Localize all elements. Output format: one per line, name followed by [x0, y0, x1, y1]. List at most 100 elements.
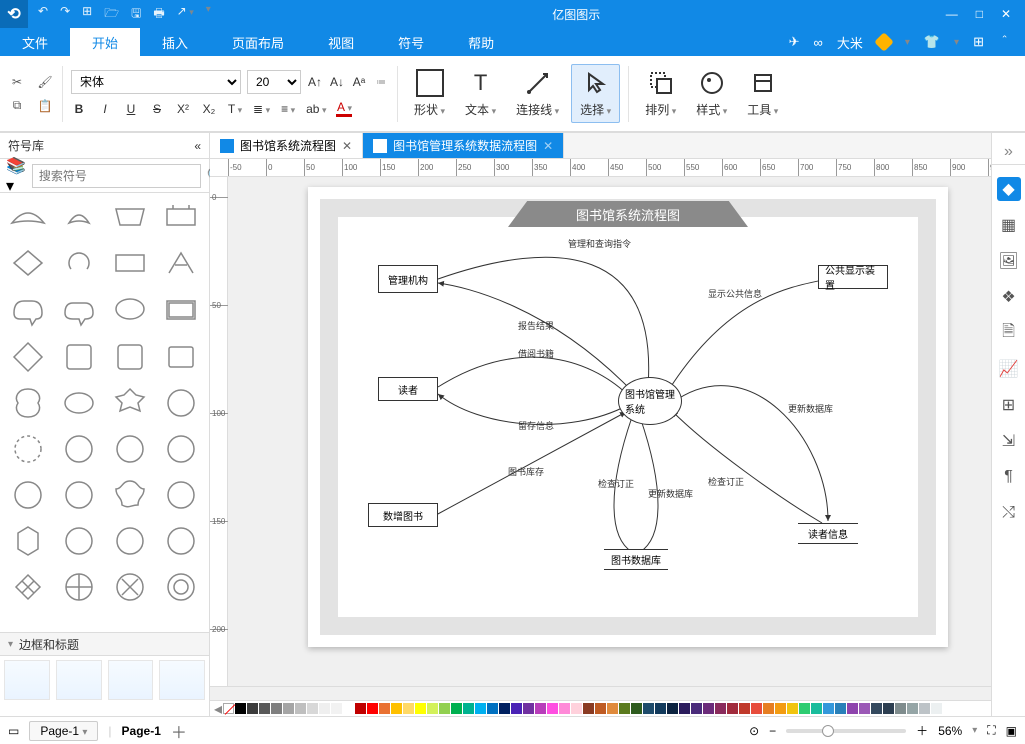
color-swatch[interactable]	[643, 703, 654, 714]
shape-thumbnail[interactable]	[107, 197, 154, 239]
tshirt-icon[interactable]: 👕	[924, 34, 940, 50]
color-swatch[interactable]	[343, 703, 354, 714]
font-color-icon[interactable]: A	[336, 100, 352, 117]
color-swatch[interactable]	[931, 703, 942, 714]
shape-thumbnail[interactable]	[55, 289, 102, 331]
strike-button[interactable]: S	[149, 102, 165, 116]
shape-thumbnail[interactable]	[107, 289, 154, 331]
close-tab-icon[interactable]: ✕	[543, 139, 553, 153]
minimize-button[interactable]: —	[946, 7, 958, 21]
fit-page-icon[interactable]: ⛶	[987, 723, 995, 738]
section-frames-titles[interactable]: ▾ 边框和标题	[0, 632, 209, 656]
shape-thumbnail[interactable]	[4, 473, 51, 515]
color-swatch[interactable]	[715, 703, 726, 714]
shape-thumbnail[interactable]	[55, 381, 102, 423]
colorbar-left-icon[interactable]: ◂	[214, 700, 222, 716]
shape-thumbnail[interactable]	[4, 335, 51, 377]
node-display[interactable]: 公共显示装置	[818, 265, 888, 289]
shape-thumbnail[interactable]	[4, 289, 51, 331]
shape-thumbnail[interactable]	[107, 335, 154, 377]
qat-print[interactable]: 🖶	[153, 4, 164, 25]
qat-more[interactable]: ▾	[206, 4, 211, 25]
color-swatch[interactable]	[835, 703, 846, 714]
paste-icon[interactable]: 📋	[36, 97, 54, 115]
swatch-nofill[interactable]	[223, 703, 234, 714]
color-swatch[interactable]	[871, 703, 882, 714]
color-swatch[interactable]	[283, 703, 294, 714]
zoom-slider[interactable]	[786, 729, 906, 733]
connector-tool[interactable]: 连接线	[508, 65, 567, 122]
shape-thumbnail[interactable]	[158, 197, 205, 239]
document-tab[interactable]: 图书馆系统流程图 ✕	[210, 133, 363, 158]
text-tool[interactable]: T 文本	[457, 65, 504, 122]
qat-open[interactable]: 🗁	[104, 4, 119, 25]
color-swatch[interactable]	[391, 703, 402, 714]
color-swatch[interactable]	[775, 703, 786, 714]
tab-help[interactable]: 帮助	[446, 28, 516, 56]
format-painter-icon[interactable]: 🖌	[36, 73, 54, 91]
color-swatch[interactable]	[307, 703, 318, 714]
shape-thumbnail[interactable]	[55, 197, 102, 239]
shape-thumbnail[interactable]	[55, 427, 102, 469]
color-swatch[interactable]	[739, 703, 750, 714]
maximize-button[interactable]: □	[976, 7, 983, 21]
color-swatch[interactable]	[535, 703, 546, 714]
color-swatch[interactable]	[763, 703, 774, 714]
add-page-icon[interactable]: ＋	[171, 719, 187, 743]
font-case-icon[interactable]: Aᵃ	[351, 75, 367, 89]
color-swatch[interactable]	[619, 703, 630, 714]
send-icon[interactable]: ✈	[789, 34, 800, 50]
color-swatch[interactable]	[631, 703, 642, 714]
shape-thumbnail[interactable]	[55, 565, 102, 607]
shape-thumbnail[interactable]	[4, 243, 51, 285]
page-icon[interactable]: 🗎	[997, 321, 1021, 345]
color-swatch[interactable]	[331, 703, 342, 714]
table-icon[interactable]: ⊞	[997, 393, 1021, 417]
theme-icon[interactable]: ◆	[997, 177, 1021, 201]
text-direction-icon[interactable]: T	[227, 102, 243, 116]
color-swatch[interactable]	[667, 703, 678, 714]
shape-thumbnail[interactable]	[158, 519, 205, 561]
shape-thumbnail[interactable]	[55, 335, 102, 377]
color-swatch[interactable]	[571, 703, 582, 714]
color-swatch[interactable]	[799, 703, 810, 714]
font-name-select[interactable]: 宋体	[71, 70, 241, 94]
view-mode-icon[interactable]: ▭	[8, 724, 19, 738]
color-swatch[interactable]	[583, 703, 594, 714]
library-menu-icon[interactable]: 📚▾	[6, 156, 26, 196]
shape-thumbnail[interactable]	[158, 381, 205, 423]
color-swatch[interactable]	[823, 703, 834, 714]
color-swatch[interactable]	[235, 703, 246, 714]
color-swatch[interactable]	[787, 703, 798, 714]
user-menu-chevron[interactable]: ▾	[905, 37, 910, 48]
color-swatch[interactable]	[271, 703, 282, 714]
color-swatch[interactable]	[415, 703, 426, 714]
document-tab-active[interactable]: 图书馆管理系统数据流程图 ✕	[363, 133, 564, 158]
zoom-menu-icon[interactable]: ▾	[972, 725, 977, 736]
color-swatch[interactable]	[751, 703, 762, 714]
layers-icon[interactable]: ❖	[997, 285, 1021, 309]
color-swatch[interactable]	[895, 703, 906, 714]
node-readerinfo[interactable]: 读者信息	[798, 523, 858, 544]
copy-icon[interactable]: ⧉	[8, 97, 26, 115]
color-swatch[interactable]	[811, 703, 822, 714]
bullet-list-icon[interactable]: ≔	[373, 77, 389, 88]
color-swatch[interactable]	[427, 703, 438, 714]
line-spacing-icon[interactable]: ≣	[253, 102, 270, 116]
grid-icon[interactable]: ▦	[997, 213, 1021, 237]
color-swatch[interactable]	[319, 703, 330, 714]
apps-icon[interactable]: ⊞	[973, 34, 984, 50]
text-icon[interactable]: ab	[306, 102, 326, 116]
color-swatch[interactable]	[679, 703, 690, 714]
qat-undo[interactable]: ↶	[38, 4, 48, 25]
cut-icon[interactable]: ✂	[8, 73, 26, 91]
color-swatch[interactable]	[883, 703, 894, 714]
para-icon[interactable]: ¶	[997, 465, 1021, 489]
tab-home[interactable]: 开始	[70, 28, 140, 56]
color-swatch[interactable]	[547, 703, 558, 714]
shape-thumbnail[interactable]	[158, 335, 205, 377]
user-name[interactable]: 大米	[837, 33, 863, 52]
color-swatch[interactable]	[511, 703, 522, 714]
canvas[interactable]: 图书馆系统流程图	[228, 177, 991, 686]
color-swatch[interactable]	[403, 703, 414, 714]
